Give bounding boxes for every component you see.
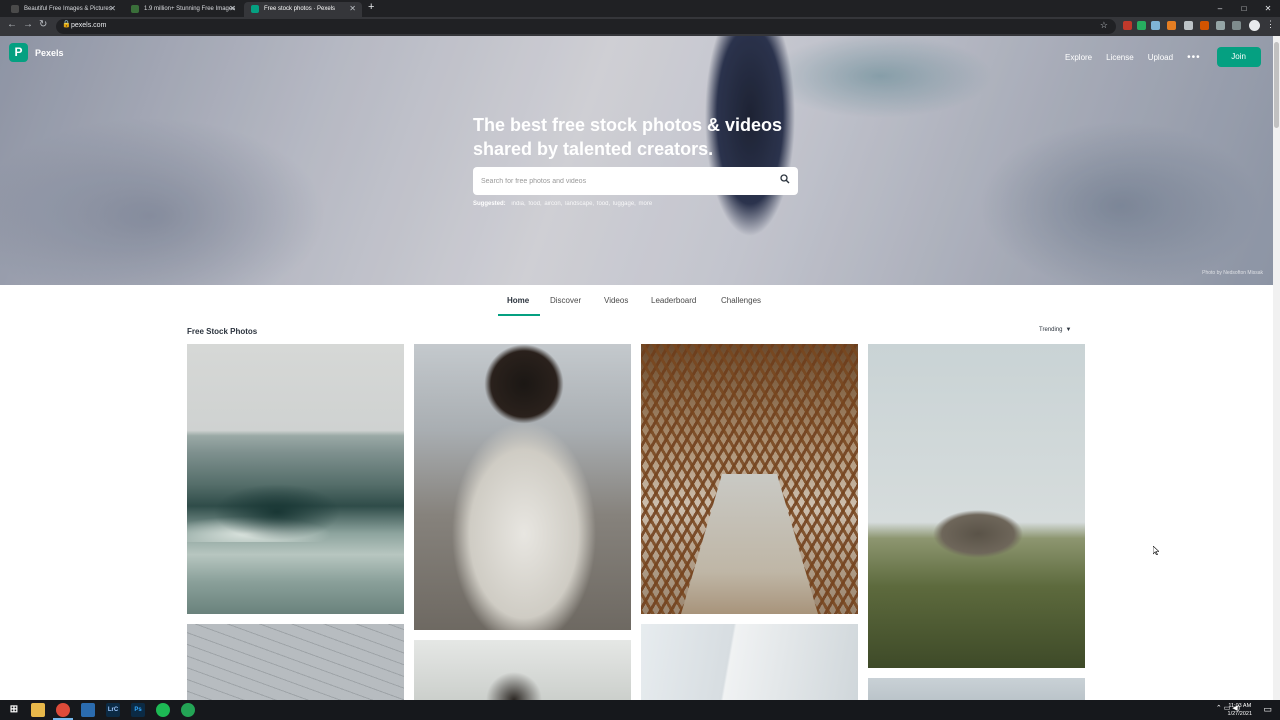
active-tab-indicator <box>498 314 540 316</box>
tab-videos[interactable]: Videos <box>604 296 628 305</box>
taskbar-clock[interactable]: 11:03 AM 1/27/2021 <box>1228 702 1252 718</box>
windows-taskbar: ⊞ LrC Ps ⌃ ▭ ◀) 11:03 AM 1/27/2021 ▭ <box>0 700 1280 720</box>
browser-tab-2[interactable]: 1.9 million+ Stunning Free Images ✕ <box>124 2 242 17</box>
back-arrow-icon[interactable]: ← <box>7 19 17 30</box>
extension-icon[interactable] <box>1167 21 1176 30</box>
bookmark-star-icon[interactable]: ☆ <box>1100 20 1108 31</box>
address-bar[interactable]: 🔒 pexels.com ☆ <box>56 19 1116 34</box>
terminal-icon[interactable] <box>181 703 195 717</box>
photo-sky-architecture[interactable] <box>641 624 858 700</box>
nav-explore-link[interactable]: Explore <box>1065 53 1092 62</box>
extension-icon[interactable] <box>1184 21 1193 30</box>
join-button[interactable]: Join <box>1216 47 1261 67</box>
lock-icon: 🔒 <box>62 21 71 28</box>
browser-tab-bar: Beautiful Free Images & Pictures ✕ 1.9 m… <box>0 0 1280 17</box>
file-explorer-icon[interactable] <box>31 703 45 717</box>
feed-title: Free Stock Photos <box>187 327 258 336</box>
search-input[interactable] <box>481 174 761 188</box>
photo-building-facade[interactable] <box>187 624 404 700</box>
maximize-button[interactable]: □ <box>1232 0 1256 17</box>
browser-toolbar: ← → ↻ 🔒 pexels.com ☆ ⋮ <box>0 17 1280 36</box>
search-icon[interactable] <box>780 174 790 184</box>
clock-date: 1/27/2021 <box>1227 711 1252 717</box>
mail-icon[interactable] <box>81 703 95 717</box>
suggested-more-link[interactable]: more <box>639 201 653 207</box>
photo-elephant[interactable] <box>868 344 1085 668</box>
reload-icon[interactable]: ↻ <box>39 19 47 30</box>
lightroom-icon[interactable]: LrC <box>106 703 120 717</box>
tab-discover[interactable]: Discover <box>550 296 581 305</box>
tab-challenges[interactable]: Challenges <box>721 296 761 305</box>
suggested-searches: Suggested: india, food, aircon, landscap… <box>473 201 653 207</box>
top-navigation: Explore License Upload ••• Join <box>1065 47 1261 67</box>
extension-icon[interactable] <box>1137 21 1146 30</box>
tab-leaderboard[interactable]: Leaderboard <box>651 296 696 305</box>
tab-title: 1.9 million+ Stunning Free Images <box>144 6 236 12</box>
tab-title: Beautiful Free Images & Pictures <box>24 6 112 12</box>
tab-close-icon[interactable]: ✕ <box>229 2 236 16</box>
sort-value: Trending <box>1039 327 1063 333</box>
clock-time: 11:03 AM <box>1228 703 1252 709</box>
suggested-link[interactable]: aircon, <box>544 201 562 207</box>
forward-arrow-icon[interactable]: → <box>23 19 33 30</box>
window-controls: – □ ✕ <box>1208 0 1280 17</box>
close-window-button[interactable]: ✕ <box>1256 0 1280 17</box>
spotify-icon[interactable] <box>156 703 170 717</box>
photo-ocean-wave[interactable] <box>187 344 404 614</box>
suggested-link[interactable]: landscape, <box>565 201 594 207</box>
tab-favicon-icon <box>11 5 19 13</box>
extension-icon[interactable] <box>1200 21 1209 30</box>
hero-headline: The best free stock photos & videos shar… <box>473 113 782 161</box>
url-text: pexels.com <box>71 22 107 29</box>
hero-banner: P Pexels Explore License Upload ••• Join… <box>0 36 1273 285</box>
suggested-link[interactable]: food, <box>597 201 610 207</box>
tab-home[interactable]: Home <box>507 296 529 305</box>
tab-favicon-icon <box>251 5 259 13</box>
minimize-button[interactable]: – <box>1208 0 1232 17</box>
tab-title: Free stock photos · Pexels <box>264 6 336 12</box>
section-tabs: Home Discover Videos Leaderboard Challen… <box>0 285 1273 317</box>
photoshop-icon[interactable]: Ps <box>131 703 145 717</box>
profile-avatar[interactable] <box>1249 20 1260 31</box>
hero-search-box <box>473 167 798 195</box>
photo-credit[interactable]: Photo by Nedsofton Missak <box>1202 270 1263 276</box>
tab-close-icon[interactable]: ✕ <box>109 2 116 16</box>
browser-tab-1[interactable]: Beautiful Free Images & Pictures ✕ <box>4 2 122 17</box>
photo-woman-white-jacket[interactable] <box>414 344 631 630</box>
suggested-link[interactable]: food, <box>528 201 541 207</box>
chevron-down-icon: ▼ <box>1065 327 1072 333</box>
headline-line-1: The best free stock photos & videos <box>473 115 783 135</box>
nav-license-link[interactable]: License <box>1106 53 1134 62</box>
page-scrollbar[interactable] <box>1273 36 1280 700</box>
suggested-link[interactable]: india, <box>511 201 525 207</box>
chrome-icon[interactable] <box>56 703 70 717</box>
pexels-logo-icon: P <box>9 43 28 62</box>
extension-icon[interactable] <box>1123 21 1132 30</box>
tab-favicon-icon <box>131 5 139 13</box>
more-menu-icon[interactable]: ••• <box>1187 52 1201 63</box>
photo-wooden-structure[interactable] <box>641 344 858 614</box>
suggested-link[interactable]: luggage, <box>613 201 636 207</box>
scrollbar-thumb[interactable] <box>1274 42 1279 128</box>
media-control-icon[interactable] <box>1232 21 1241 30</box>
tab-close-icon[interactable]: ✕ <box>349 2 356 16</box>
chrome-menu-icon[interactable]: ⋮ <box>1266 19 1275 30</box>
photo-partial[interactable] <box>868 678 1085 700</box>
nav-upload-link[interactable]: Upload <box>1148 53 1173 62</box>
headline-line-2: shared by talented creators. <box>473 139 714 159</box>
new-tab-button[interactable]: + <box>368 1 374 13</box>
pexels-page: P Pexels Explore License Upload ••• Join… <box>0 36 1273 700</box>
photo-portrait[interactable] <box>414 640 631 700</box>
notification-icon[interactable]: ▭ <box>1263 704 1272 715</box>
windows-start-icon[interactable]: ⊞ <box>7 703 21 717</box>
browser-tab-3-active[interactable]: Free stock photos · Pexels ✕ <box>244 2 362 17</box>
pexels-logo[interactable]: P Pexels <box>9 43 64 62</box>
suggested-label: Suggested: <box>473 201 506 207</box>
brand-name: Pexels <box>35 47 64 58</box>
extension-icon[interactable] <box>1151 21 1160 30</box>
extensions-puzzle-icon[interactable] <box>1216 21 1225 30</box>
mouse-cursor-icon <box>1153 546 1159 555</box>
sort-dropdown[interactable]: Trending ▼ <box>1039 327 1071 333</box>
